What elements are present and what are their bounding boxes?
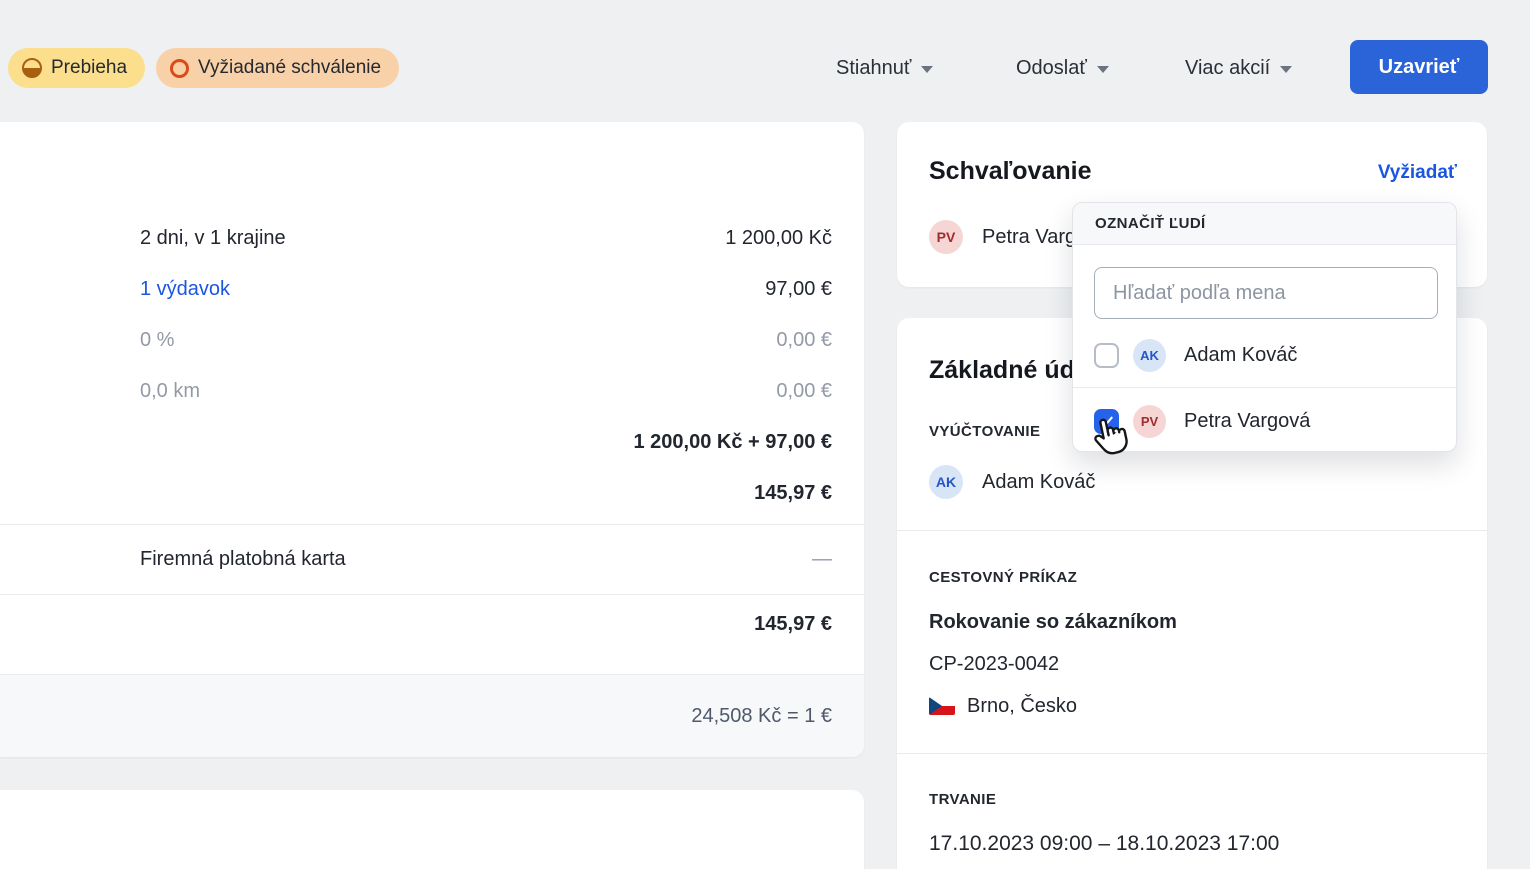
avatar: PV — [1133, 405, 1166, 438]
avatar: AK — [1133, 339, 1166, 372]
send-menu-label: Odoslať — [1016, 57, 1087, 80]
status-badge-in-progress: Prebieha — [8, 48, 145, 88]
approval-requested-icon — [170, 59, 189, 78]
in-progress-icon — [22, 58, 42, 78]
page: Prebieha Vyžiadané schválenie Stiahnuť O… — [0, 0, 1530, 869]
status-badge-label: Vyžiadané schválenie — [198, 57, 381, 79]
subtotal-value: 1 200,00 Kč + 97,00 € — [634, 431, 833, 454]
divider — [1073, 387, 1456, 388]
summary-row-per-diem: 2 dni, v 1 krajine 1 200,00 Kč — [140, 224, 832, 252]
chevron-down-icon — [921, 66, 933, 73]
total-eur-value: 145,97 € — [754, 482, 832, 505]
trip-name-link[interactable]: Rokovanie so zákazníkom — [929, 608, 1177, 636]
more-actions-menu-button[interactable]: Viac akcií — [1185, 52, 1292, 84]
close-report-button[interactable]: Uzavrieť — [1350, 40, 1488, 94]
checkbox-unchecked[interactable] — [1094, 343, 1119, 368]
row-value: 1 200,00 Kč — [725, 227, 832, 250]
download-menu-label: Stiahnuť — [836, 57, 911, 80]
row-value: — — [812, 548, 832, 571]
row-value: 0,00 € — [776, 380, 832, 403]
divider — [897, 753, 1487, 754]
trip-code: CP-2023-0042 — [929, 650, 1059, 678]
row-label: 0,0 km — [140, 380, 200, 403]
summary-row-percent: 0 % 0,00 € — [140, 326, 832, 354]
people-picker-header: OZNAČIŤ ĽUDÍ — [1073, 203, 1456, 245]
exchange-rate-value: 24,508 Kč = 1 € — [691, 705, 832, 728]
search-input[interactable] — [1094, 267, 1438, 319]
avatar: PV — [929, 220, 963, 254]
divider — [897, 530, 1487, 531]
trip-location: Brno, Česko — [967, 695, 1077, 718]
summary-row-total-eur: 145,97 € — [140, 479, 832, 507]
row-label: 2 dni, v 1 krajine — [140, 227, 286, 250]
divider — [0, 524, 864, 525]
status-badge-approval-requested: Vyžiadané schválenie — [156, 48, 399, 88]
duration-value: 17.10.2023 09:00 – 18.10.2023 17:00 — [929, 830, 1279, 858]
more-actions-menu-label: Viac akcií — [1185, 57, 1270, 80]
divider — [0, 594, 864, 595]
duration-label: TRVANIE — [929, 791, 996, 808]
request-approval-link[interactable]: Vyžiadať — [1378, 162, 1457, 184]
billing-person-row: AK Adam Kováč — [929, 465, 1095, 499]
status-badge-label: Prebieha — [51, 57, 127, 79]
approval-title: Schvaľovanie — [929, 154, 1092, 188]
chevron-down-icon — [1280, 66, 1292, 73]
download-menu-button[interactable]: Stiahnuť — [836, 52, 933, 84]
row-label: Firemná platobná karta — [140, 548, 346, 571]
czech-flag-icon — [929, 697, 955, 715]
row-label: 0 % — [140, 329, 174, 352]
trip-label: CESTOVNÝ PRÍKAZ — [929, 569, 1077, 586]
person-name: Adam Kováč — [1184, 344, 1297, 367]
trip-location-row: Brno, Česko — [929, 689, 1077, 723]
grand-total-value: 145,97 € — [754, 613, 832, 636]
billing-label: VYÚČTOVANIE — [929, 423, 1040, 440]
row-value: 0,00 € — [776, 329, 832, 352]
expenses-link[interactable]: 1 výdavok — [140, 278, 230, 301]
chevron-down-icon — [1097, 66, 1109, 73]
expense-summary-card: 2 dni, v 1 krajine 1 200,00 Kč 1 výdavok… — [0, 122, 864, 757]
summary-row-grand-total: 145,97 € — [140, 610, 832, 638]
row-value: 97,00 € — [765, 278, 832, 301]
avatar: AK — [929, 465, 963, 499]
send-menu-button[interactable]: Odoslať — [1016, 52, 1109, 84]
summary-row-subtotal: 1 200,00 Kč + 97,00 € — [140, 428, 832, 456]
billing-person-name: Adam Kováč — [982, 471, 1095, 494]
next-section-card — [0, 790, 864, 869]
person-name: Petra Vargová — [1184, 410, 1310, 433]
person-option-petra[interactable]: PV Petra Vargová — [1094, 396, 1440, 446]
exchange-rate-footer: 24,508 Kč = 1 € — [0, 674, 864, 757]
people-picker-popup: OZNAČIŤ ĽUDÍ AK Adam Kováč PV Petra Varg… — [1072, 202, 1457, 452]
person-option-adam[interactable]: AK Adam Kováč — [1094, 330, 1440, 380]
summary-row-expenses: 1 výdavok 97,00 € — [140, 275, 832, 303]
summary-row-company-card: Firemná platobná karta — — [140, 545, 832, 573]
summary-row-mileage: 0,0 km 0,00 € — [140, 377, 832, 405]
